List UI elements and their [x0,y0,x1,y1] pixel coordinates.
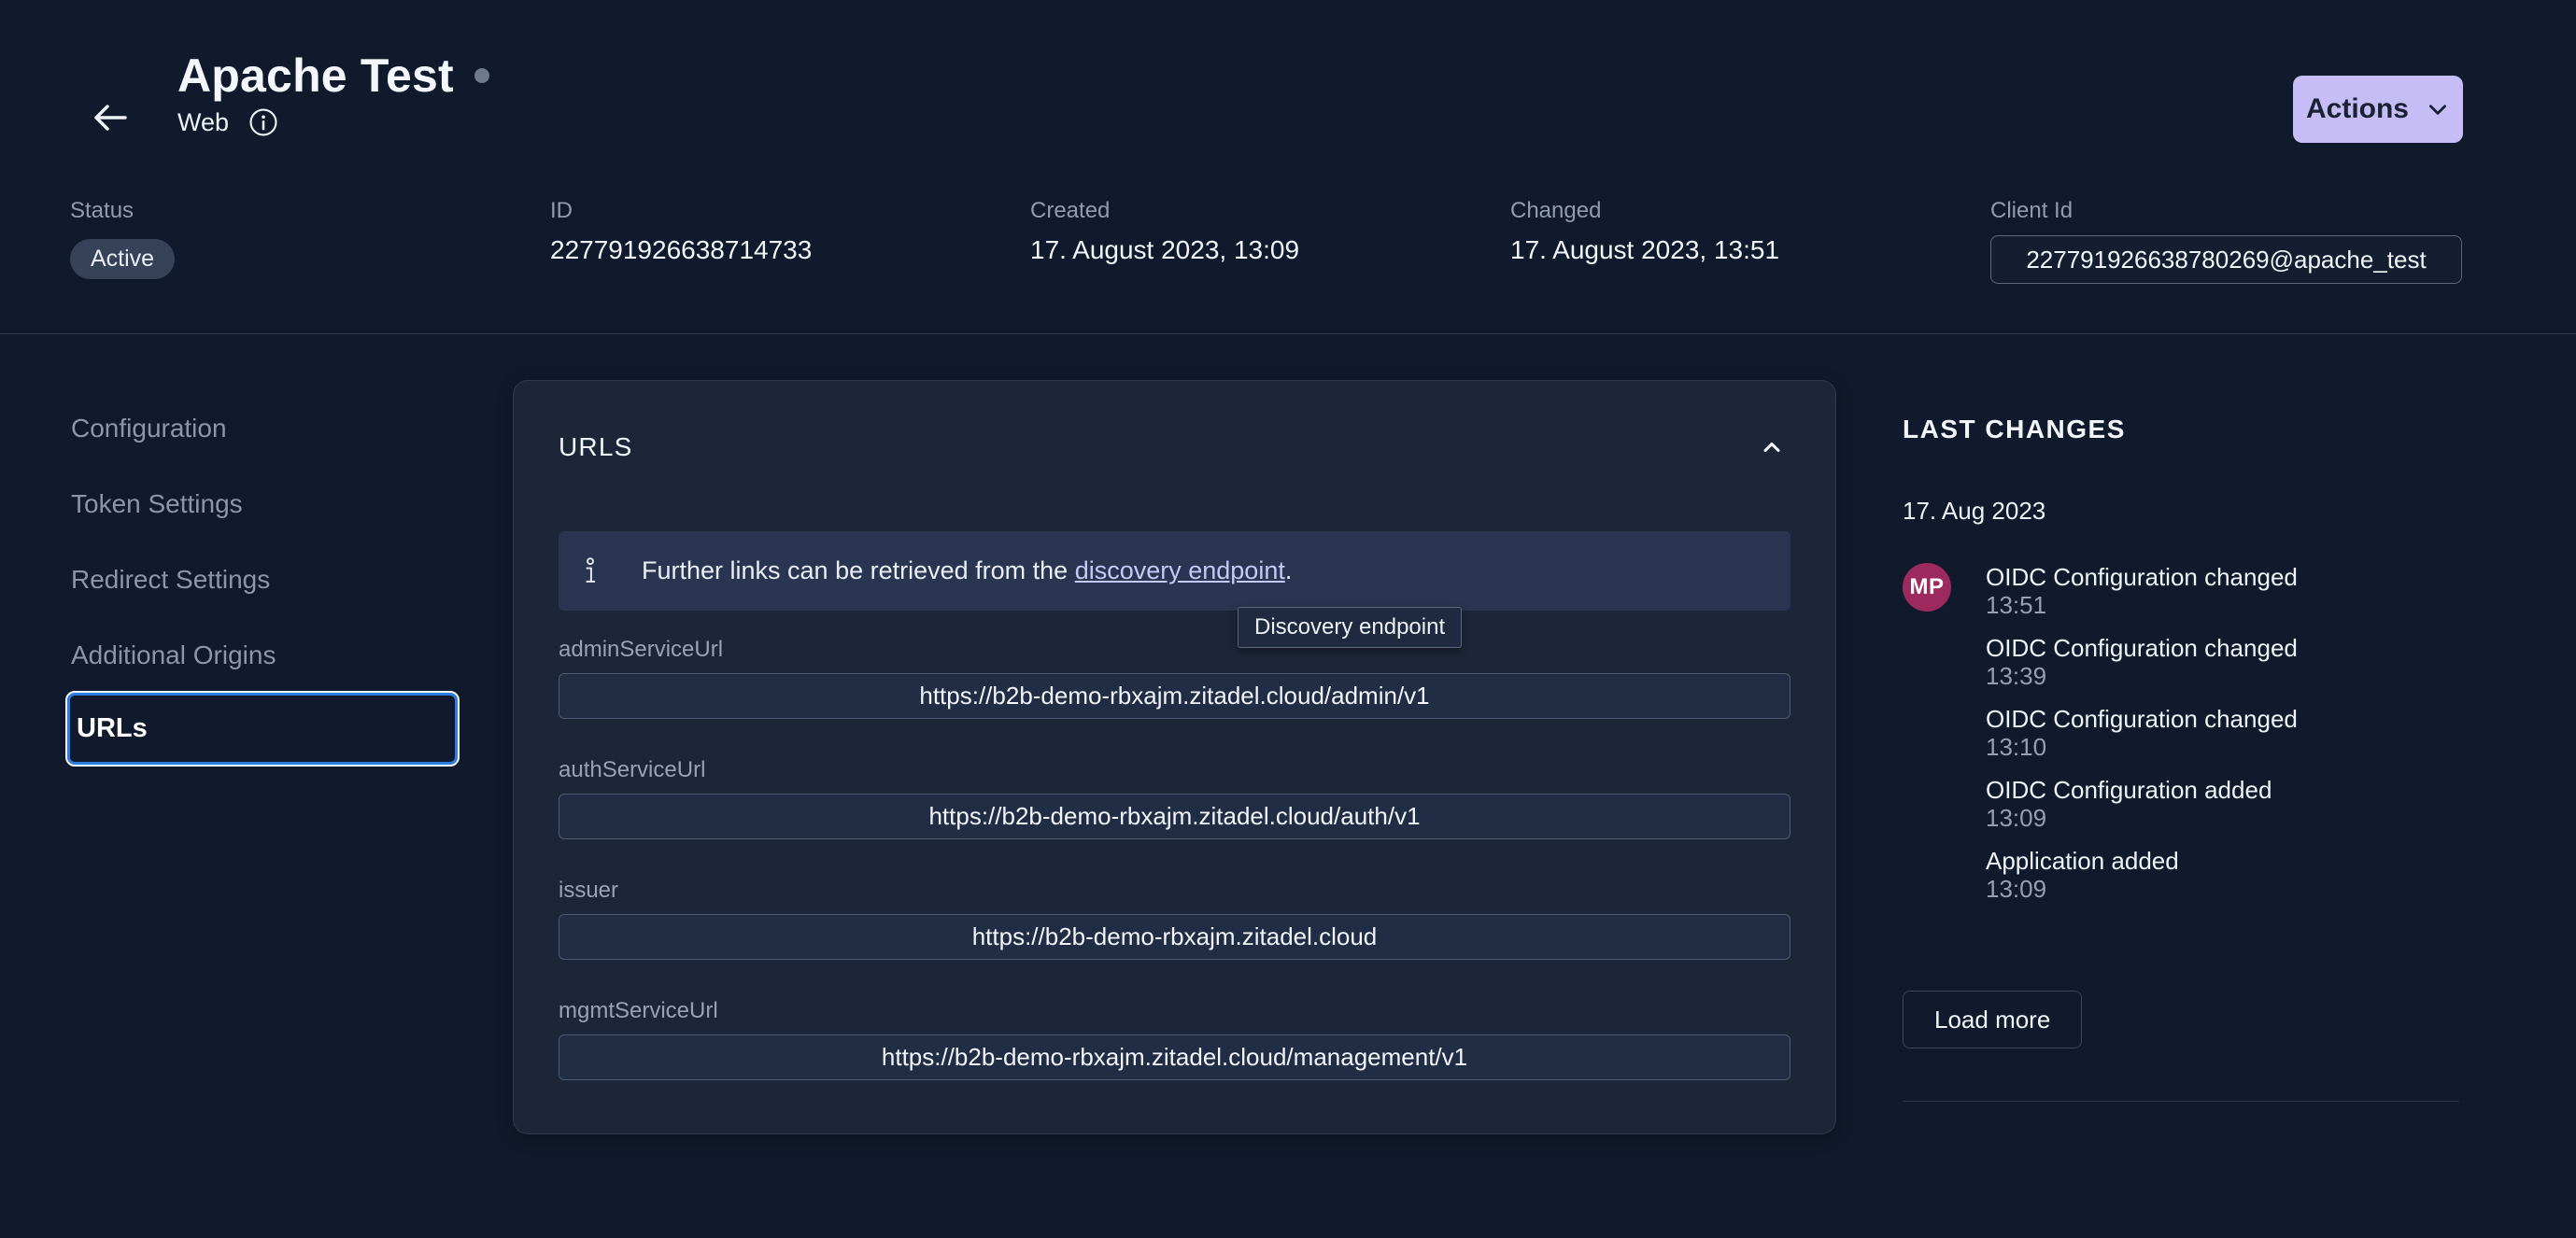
meta-changed: Changed 17. August 2023, 13:51 [1510,198,1990,284]
changed-label: Changed [1510,198,1602,223]
info-icon [583,556,598,587]
sidebar-item-additional-origins[interactable]: Additional Origins [67,617,458,693]
back-arrow-icon [88,95,133,140]
urls-card-title: URLS [559,432,633,461]
event-title: OIDC Configuration changed [1986,634,2298,662]
meta-created: Created 17. August 2023, 13:09 [1030,198,1510,284]
admin-service-url-input[interactable] [559,673,1790,719]
id-label: ID [550,198,573,223]
info-text-suffix: . [1284,556,1293,584]
actions-button[interactable]: Actions [2293,76,2463,143]
event-time: 13:09 [1986,804,2047,832]
event-time: 13:51 [1986,591,2047,619]
app-type-label: Web [177,107,230,136]
admin-service-url-label: adminServiceUrl [559,637,724,662]
meta-status: Status Active [70,198,550,284]
created-value: 17. August 2023, 13:09 [1030,235,1300,264]
title-block: Apache Test Web [177,49,489,138]
change-event[interactable]: OIDC Configuration changed 13:39 [1986,634,2463,690]
changes-divider [1903,1101,2459,1102]
field-group-mgmt-service-url: mgmtServiceUrl [559,998,1790,1080]
meta-id: ID 227791926638714733 [550,198,1030,284]
back-button[interactable] [86,93,134,142]
collapse-card-button[interactable] [1759,434,1785,460]
event-title: Application added [1986,847,2179,875]
event-title: OIDC Configuration changed [1986,563,2298,591]
header-divider [0,333,2576,334]
discovery-endpoint-link[interactable]: discovery endpoint [1075,556,1285,584]
event-title: OIDC Configuration added [1986,776,2272,804]
sidebar-item-configuration[interactable]: Configuration [67,390,458,466]
change-event[interactable]: OIDC Configuration added 13:09 [1986,776,2463,832]
client-id-value: 227791926638780269@apache_test [2026,245,2427,274]
change-event[interactable]: OIDC Configuration changed 13:10 [1986,705,2463,761]
discovery-endpoint-tooltip: Discovery endpoint [1238,607,1463,648]
changes-date: 17. Aug 2023 [1903,497,2046,525]
issuer-label: issuer [559,878,619,903]
mgmt-service-url-label: mgmtServiceUrl [559,998,718,1023]
changes-timeline: MP OIDC Configuration changed 13:51 OIDC… [1903,563,2463,918]
actions-button-label: Actions [2305,93,2409,124]
event-time: 13:10 [1986,733,2047,761]
avatar: MP [1903,563,1951,612]
id-value: 227791926638714733 [550,235,813,264]
field-group-issuer: issuer [559,878,1790,960]
sidebar-item-token-settings[interactable]: Token Settings [67,466,458,542]
meta-client-id: Client Id 227791926638780269@apache_test [1990,198,2470,284]
client-id-value-box[interactable]: 227791926638780269@apache_test [1990,235,2462,284]
auth-service-url-input[interactable] [559,794,1790,839]
sidebar-nav: Configuration Token Settings Redirect Se… [65,390,460,767]
info-text-prefix: Further links can be retrieved from the [642,556,1075,584]
info-circle-icon[interactable] [248,106,279,138]
event-time: 13:39 [1986,662,2047,690]
last-changes-panel: LAST CHANGES 17. Aug 2023 MP OIDC Config… [1903,415,2463,1102]
info-banner: Further links can be retrieved from the … [559,531,1790,648]
issuer-input[interactable] [559,914,1790,960]
urls-card: URLS Further links can be retrieved from… [513,380,1836,1134]
auth-service-url-label: authServiceUrl [559,757,706,782]
created-label: Created [1030,198,1111,223]
load-more-button[interactable]: Load more [1903,991,2083,1048]
field-group-admin-service-url: adminServiceUrl [559,637,1790,719]
chevron-up-icon [1759,434,1785,460]
status-label: Status [70,198,134,223]
sidebar-item-urls[interactable]: URLs [65,691,460,767]
change-event[interactable]: Application added 13:09 [1986,847,2463,903]
sidebar-item-redirect-settings[interactable]: Redirect Settings [67,542,458,617]
info-banner-text: Further links can be retrieved from the … [642,556,1292,585]
field-group-auth-service-url: authServiceUrl [559,757,1790,839]
event-title: OIDC Configuration changed [1986,705,2298,733]
change-event[interactable]: OIDC Configuration changed 13:51 [1986,563,2463,619]
chevron-down-icon [2426,97,2450,121]
status-badge: Active [70,239,176,279]
status-dot-icon [474,68,489,83]
changed-value: 17. August 2023, 13:51 [1510,235,1780,264]
last-changes-title: LAST CHANGES [1903,415,2126,443]
mgmt-service-url-input[interactable] [559,1034,1790,1080]
client-id-label: Client Id [1990,198,2074,223]
application-detail-page: Apache Test Web Actions Status Active ID… [0,0,2576,1238]
page-title: Apache Test [177,49,454,102]
event-time: 13:09 [1986,875,2047,903]
meta-row: Status Active ID 227791926638714733 Crea… [70,198,2470,284]
